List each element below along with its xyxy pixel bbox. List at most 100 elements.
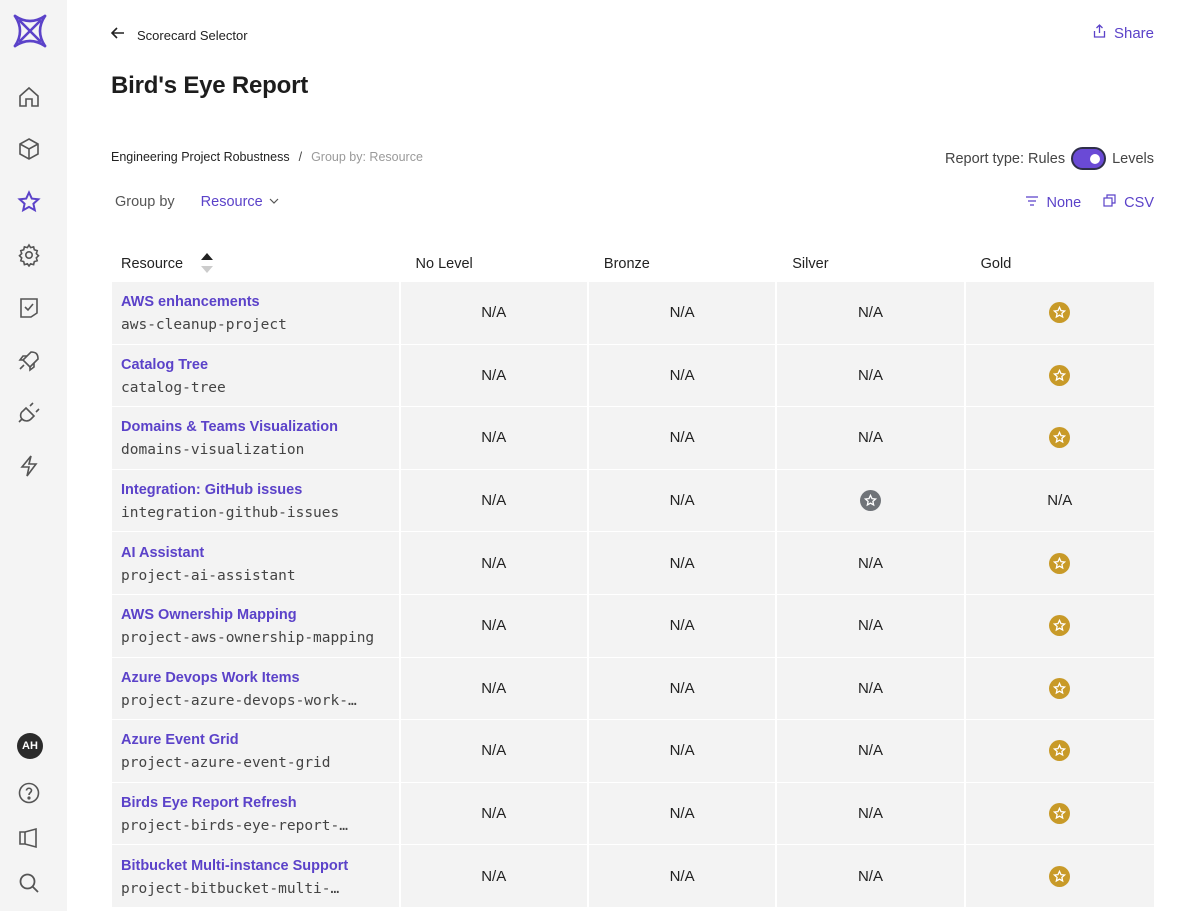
resource-name-link[interactable]: AWS Ownership Mapping bbox=[121, 607, 399, 623]
resource-name-link[interactable]: Bitbucket Multi-instance Support bbox=[121, 858, 399, 874]
level-cell: N/A bbox=[588, 720, 778, 783]
column-header-gold[interactable]: Gold bbox=[966, 246, 1154, 282]
resource-name-link[interactable]: AWS enhancements bbox=[121, 294, 399, 310]
level-cell: N/A bbox=[400, 720, 589, 783]
level-cell: N/A bbox=[588, 532, 778, 595]
gold-star-icon bbox=[1049, 803, 1071, 825]
level-cell: N/A bbox=[400, 407, 589, 470]
table-row: Catalog Tree catalog-tree N/A N/A N/A bbox=[112, 344, 1154, 408]
level-cell: N/A bbox=[777, 594, 966, 658]
level-cell: N/A bbox=[588, 282, 778, 345]
resource-tag: project-ai-assistant bbox=[121, 567, 296, 584]
sidebar: AH bbox=[0, 0, 67, 911]
level-cell bbox=[965, 594, 1154, 658]
resource-name-link[interactable]: AI Assistant bbox=[121, 545, 399, 561]
group-by-select[interactable]: Resource bbox=[201, 194, 279, 210]
level-cell bbox=[965, 344, 1154, 408]
resource-cell: Birds Eye Report Refresh project-birds-ey… bbox=[112, 782, 401, 846]
table-header-row: Resource No Level Bronze Silver Gold bbox=[112, 246, 1154, 282]
level-cell: N/A bbox=[400, 344, 589, 408]
level-cell: N/A bbox=[400, 594, 589, 658]
level-cell: N/A bbox=[400, 657, 589, 721]
resource-name-link[interactable]: Azure Event Grid bbox=[121, 732, 399, 748]
column-header-resource[interactable]: Resource bbox=[112, 246, 401, 282]
level-cell bbox=[965, 657, 1154, 721]
breadcrumb: Engineering Project Robustness / Group b… bbox=[111, 150, 423, 164]
resource-tag: aws-cleanup-project bbox=[121, 317, 287, 334]
gold-star-icon bbox=[1049, 302, 1071, 324]
plugin-icon[interactable] bbox=[17, 401, 41, 425]
resource-name-link[interactable]: Birds Eye Report Refresh bbox=[121, 795, 399, 811]
user-avatar[interactable]: AH bbox=[17, 733, 43, 759]
lightning-icon[interactable] bbox=[17, 454, 41, 478]
level-cell: N/A bbox=[400, 532, 589, 595]
level-cell bbox=[965, 407, 1154, 470]
column-header-bronze[interactable]: Bronze bbox=[589, 246, 777, 282]
search-icon[interactable] bbox=[17, 871, 41, 895]
app-logo-icon[interactable] bbox=[12, 13, 48, 49]
level-cell: N/A bbox=[400, 282, 589, 345]
breadcrumb-separator: / bbox=[298, 150, 303, 164]
level-cell: N/A bbox=[400, 469, 589, 533]
level-cell bbox=[965, 532, 1154, 595]
table-actions: None CSV bbox=[1025, 194, 1154, 211]
group-by-value: Resource bbox=[200, 194, 263, 210]
resource-tag: integration-github-issues bbox=[121, 505, 340, 522]
report-type-levels-label: Levels bbox=[1112, 150, 1154, 167]
level-cell: N/A bbox=[588, 469, 778, 533]
resource-name-link[interactable]: Azure Devops Work Items bbox=[121, 670, 399, 686]
level-cell: N/A bbox=[777, 720, 966, 783]
level-cell: N/A bbox=[777, 344, 966, 408]
filter-button[interactable]: None bbox=[1025, 194, 1082, 211]
report-type-label: Report type: Rules bbox=[944, 150, 1066, 167]
help-icon[interactable] bbox=[17, 781, 41, 805]
report-type-toggle[interactable] bbox=[1071, 147, 1107, 170]
level-cell: N/A bbox=[777, 532, 966, 595]
resource-cell: Bitbucket Multi-instance Support project-… bbox=[112, 845, 401, 908]
resource-cell: Azure Event Grid project-azure-event-grid bbox=[112, 720, 401, 783]
resource-tag: project-azure-event-grid bbox=[121, 755, 331, 772]
gold-star-icon bbox=[1049, 427, 1071, 449]
level-cell: N/A bbox=[777, 282, 966, 345]
sort-icon[interactable] bbox=[201, 251, 214, 275]
resource-tag: project-birds-eye-report-… bbox=[121, 818, 348, 835]
settings-gear-icon[interactable] bbox=[17, 243, 41, 267]
resource-tag: project-aws-ownership-mapping bbox=[121, 630, 375, 647]
resource-cell: Catalog Tree catalog-tree bbox=[112, 344, 401, 408]
level-cell: N/A bbox=[588, 407, 778, 470]
resource-cell: AWS Ownership Mapping project-aws-ownersh… bbox=[112, 594, 401, 658]
share-button[interactable]: Share bbox=[1093, 24, 1154, 42]
csv-label: CSV bbox=[1124, 194, 1154, 211]
table-row: Birds Eye Report Refresh project-birds-ey… bbox=[112, 782, 1154, 846]
level-cell: N/A bbox=[777, 407, 966, 470]
filter-label: None bbox=[1046, 194, 1082, 211]
level-cell: N/A bbox=[777, 657, 966, 721]
breadcrumb-scorecard[interactable]: Engineering Project Robustness bbox=[111, 150, 290, 164]
level-cell: N/A bbox=[588, 782, 778, 846]
announcements-icon[interactable] bbox=[17, 827, 41, 851]
column-header-no-level[interactable]: No Level bbox=[401, 246, 589, 282]
rocket-icon[interactable] bbox=[17, 349, 41, 373]
resource-name-link[interactable]: Integration: GitHub issues bbox=[121, 482, 399, 498]
resource-name-link[interactable]: Catalog Tree bbox=[121, 357, 399, 373]
resource-name-link[interactable]: Domains & Teams Visualization bbox=[121, 419, 399, 435]
gold-star-icon bbox=[1049, 677, 1071, 699]
table-row: AWS Ownership Mapping project-aws-ownersh… bbox=[112, 594, 1154, 658]
table-row: Integration: GitHub issues integration-gi… bbox=[112, 469, 1154, 533]
scorecards-star-icon[interactable] bbox=[17, 190, 41, 214]
resource-cell: Domains & Teams Visualization domains-vis… bbox=[112, 407, 401, 470]
csv-export-button[interactable]: CSV bbox=[1103, 194, 1154, 211]
resource-cell: Integration: GitHub issues integration-gi… bbox=[112, 469, 401, 533]
home-icon[interactable] bbox=[17, 85, 41, 109]
resource-cell: Azure Devops Work Items project-azure-dev… bbox=[112, 657, 401, 721]
gold-star-icon bbox=[1049, 740, 1071, 762]
column-header-silver[interactable]: Silver bbox=[777, 246, 965, 282]
catalog-cube-icon[interactable] bbox=[17, 137, 41, 161]
level-cell bbox=[965, 282, 1154, 345]
tasks-checklist-icon[interactable] bbox=[17, 296, 41, 320]
main-content: Scorecard Selector Share Bird's Eye Repo… bbox=[67, 0, 1179, 911]
level-cell: N/A bbox=[588, 594, 778, 658]
share-icon bbox=[1093, 24, 1106, 42]
level-cell: N/A bbox=[777, 845, 966, 908]
back-link[interactable]: Scorecard Selector bbox=[110, 26, 248, 45]
